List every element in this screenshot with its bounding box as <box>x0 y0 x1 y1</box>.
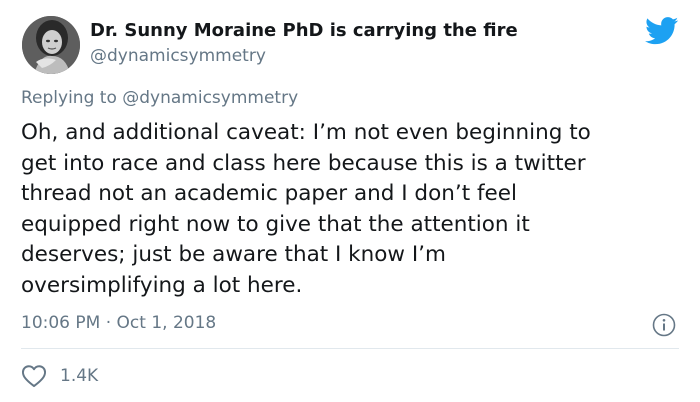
avatar-portrait-image <box>22 16 80 74</box>
tweet-text-line: Oh, and additional caveat: I’m not even … <box>21 120 591 145</box>
tweet-timestamp[interactable]: 10:06 PM · Oct 1, 2018 <box>21 313 216 333</box>
like-count: 1.4K <box>60 366 99 386</box>
tweet-text-line: equipped right now to give that the atte… <box>21 211 530 237</box>
avatar[interactable] <box>22 16 80 74</box>
replying-to-mention-link[interactable]: @dynamicsymmetry <box>122 88 298 108</box>
tweet-text-line: get into race and class here because thi… <box>21 150 586 176</box>
author-handle[interactable]: @dynamicsymmetry <box>90 46 266 66</box>
tweet-text-line: oversimplifying a lot here. <box>21 272 303 298</box>
heart-icon[interactable] <box>21 364 47 388</box>
tweet-text: Oh, and additional caveat: I’m not even … <box>21 118 686 302</box>
info-icon[interactable] <box>652 313 676 337</box>
author-display-name[interactable]: Dr. Sunny Moraine PhD is carrying the fi… <box>90 20 518 41</box>
replying-to-label: Replying to <box>21 88 123 108</box>
tweet-text-line: deserves; just be aware that I know I’m <box>21 242 446 268</box>
divider <box>21 348 679 349</box>
tweet-text-line: thread not an academic paper and I don’t… <box>21 181 517 207</box>
replying-to: Replying to @dynamicsymmetry <box>21 88 298 108</box>
tweet-card: Dr. Sunny Moraine PhD is carrying the fi… <box>0 0 700 402</box>
like-button[interactable]: 1.4K <box>21 364 98 388</box>
twitter-bird-icon[interactable] <box>645 17 679 45</box>
